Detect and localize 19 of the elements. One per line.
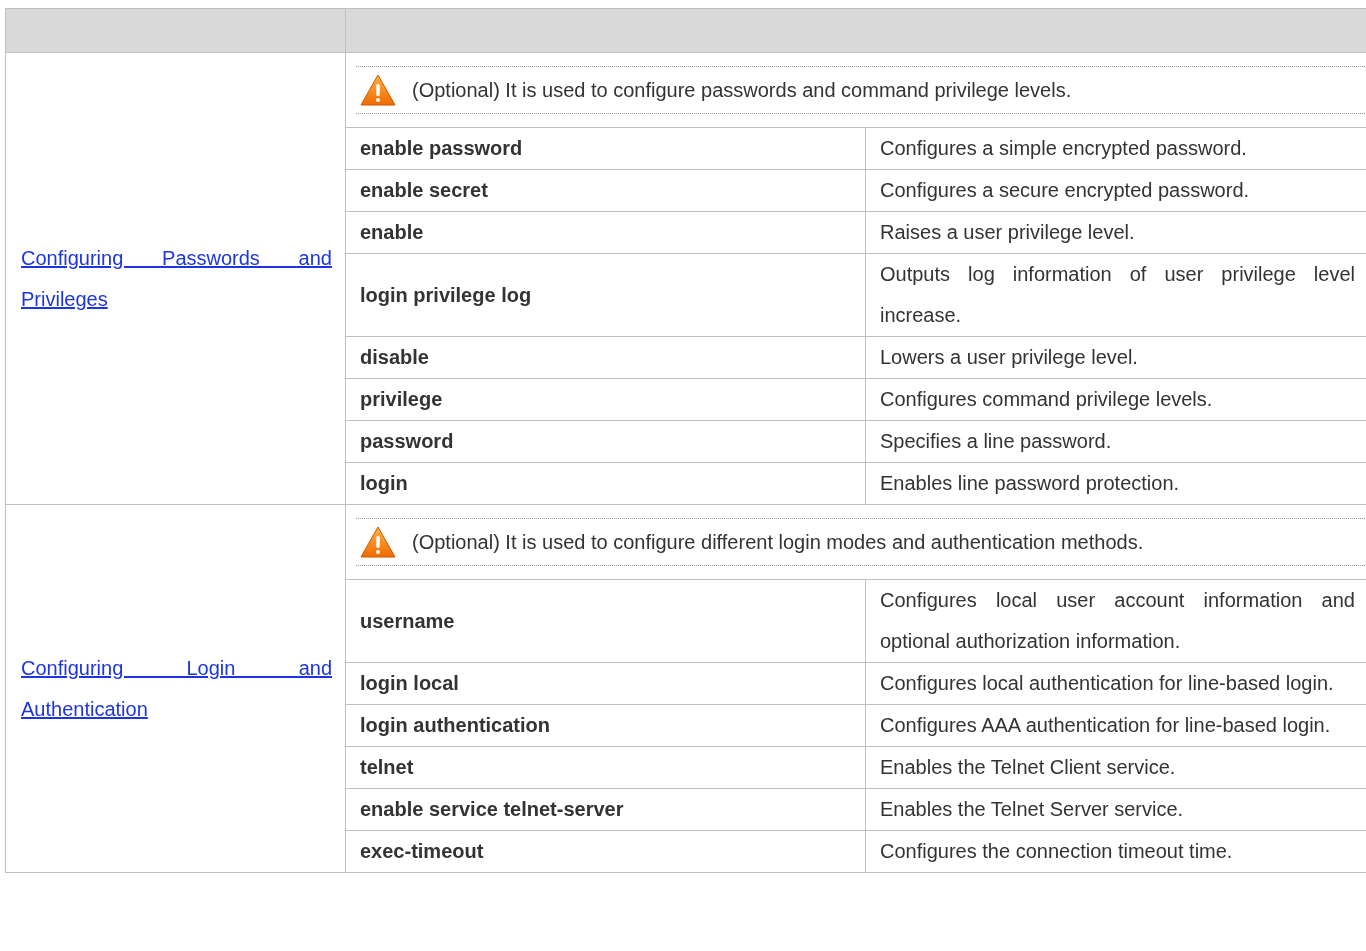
command-cell: enable password <box>345 127 866 170</box>
note-text: (Optional) It is used to configure passwords and command privilege levels. <box>412 78 1072 102</box>
command-cell: login privilege log <box>345 253 866 337</box>
warning-icon <box>360 526 396 558</box>
command-cell: privilege <box>345 378 866 421</box>
command-cell: login authentication <box>345 704 866 747</box>
command-cell: username <box>345 579 866 663</box>
command-cell: enable secret <box>345 169 866 212</box>
command-cell: disable <box>345 336 866 379</box>
command-cell: enable service telnet-server <box>345 788 866 831</box>
warning-icon <box>360 74 396 106</box>
note-text: (Optional) It is used to configure different login modes and authentication methods. <box>412 530 1144 554</box>
command-cell: login local <box>345 662 866 705</box>
command-cell: telnet <box>345 746 866 789</box>
command-cell: enable <box>345 211 866 254</box>
command-cell: exec-timeout <box>345 830 866 873</box>
command-cell: password <box>345 420 866 463</box>
command-cell: login <box>345 462 866 505</box>
section-link[interactable]: Configuring Passwords and Privileges <box>21 237 332 320</box>
